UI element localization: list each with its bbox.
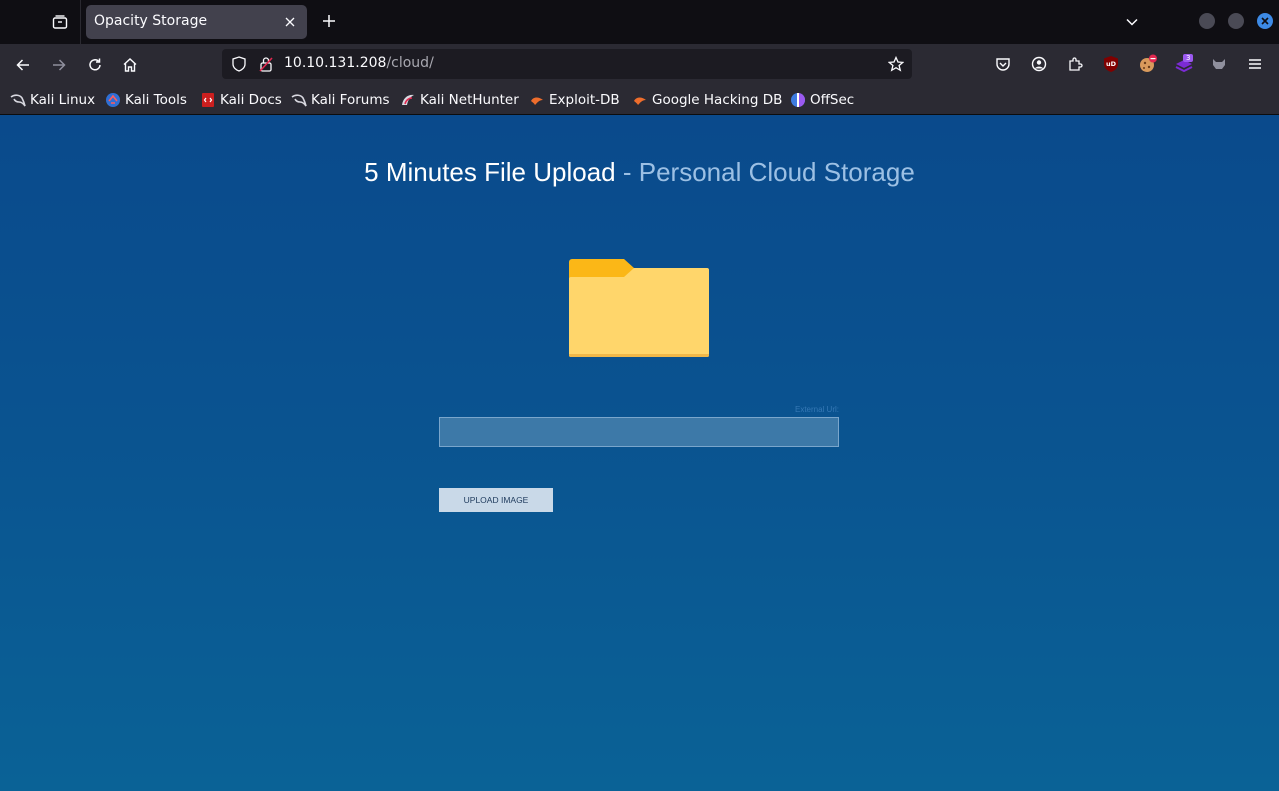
kali-tools-icon	[105, 92, 121, 108]
pocket-button[interactable]	[992, 53, 1014, 75]
forward-button[interactable]	[46, 52, 72, 78]
tab-title: Opacity Storage	[94, 13, 208, 29]
offsec-icon	[790, 92, 806, 108]
tracking-protection-shield-icon[interactable]	[230, 55, 248, 73]
kali-dragon-icon	[10, 92, 26, 108]
bookmark-kali-docs[interactable]: Kali Docs	[200, 91, 282, 109]
proxy-fox-icon	[1213, 59, 1225, 69]
bookmarks-toolbar: Kali Linux Kali Tools Kali Docs Kali For…	[0, 84, 1279, 115]
bookmark-label: Kali NetHunter	[420, 92, 519, 108]
star-icon	[888, 56, 904, 72]
insecure-lock-icon[interactable]	[257, 55, 275, 73]
url-path: /cloud/	[386, 55, 434, 71]
home-icon	[123, 58, 137, 72]
bookmark-label: Kali Docs	[220, 92, 282, 108]
nethunter-icon	[400, 92, 416, 108]
tab-strip-divider	[80, 0, 81, 44]
tab-list-icon	[52, 15, 68, 29]
external-url-input[interactable]	[439, 417, 839, 447]
url-host: 10.10.131.208	[284, 55, 387, 71]
bookmark-label: Kali Tools	[125, 92, 187, 108]
ublock-label: uD	[1106, 60, 1117, 68]
web-page-content: 5 Minutes File Upload - Personal Cloud S…	[0, 115, 1279, 791]
cookie-extension-button[interactable]	[1137, 53, 1159, 75]
window-minimize-button[interactable]	[1199, 13, 1215, 29]
reload-icon	[89, 58, 101, 71]
bookmark-kali-linux[interactable]: Kali Linux	[10, 91, 95, 109]
folder-icon	[569, 259, 709, 357]
cookie-icon	[1140, 54, 1157, 72]
back-arrow-icon	[16, 59, 29, 71]
account-button[interactable]	[1028, 53, 1050, 75]
ublock-origin-button[interactable]: uD	[1100, 53, 1122, 75]
bookmark-offsec[interactable]: OffSec	[790, 91, 854, 109]
pocket-icon	[996, 58, 1010, 71]
reload-button[interactable]	[82, 52, 108, 78]
hamburger-menu-icon	[1249, 59, 1261, 69]
extension-badge-count: 3	[1186, 54, 1191, 62]
bookmark-star-button[interactable]	[886, 54, 906, 74]
window-close-button[interactable]	[1257, 13, 1273, 29]
bookmark-label: OffSec	[810, 92, 855, 108]
bookmark-kali-tools[interactable]: Kali Tools	[105, 91, 187, 109]
url-text: 10.10.131.208/cloud/	[284, 55, 434, 71]
kali-docs-icon	[200, 92, 216, 108]
exploit-db-icon	[529, 92, 545, 108]
home-button[interactable]	[117, 52, 143, 78]
exploit-db-icon	[632, 92, 648, 108]
bookmark-label: Google Hacking DB	[652, 92, 783, 108]
new-tab-button[interactable]	[317, 9, 341, 33]
bookmark-kali-nethunter[interactable]: Kali NetHunter	[400, 91, 519, 109]
browser-tab-active[interactable]: Opacity Storage	[86, 5, 307, 39]
tab-overview-button[interactable]	[47, 9, 73, 35]
bookmark-label: Exploit-DB	[549, 92, 620, 108]
bookmark-label: Kali Linux	[30, 92, 96, 108]
puzzle-icon	[1069, 57, 1083, 71]
bookmark-exploit-db[interactable]: Exploit-DB	[529, 91, 620, 109]
external-url-label: External Url:	[794, 405, 839, 414]
tab-strip: Opacity Storage	[0, 0, 1279, 44]
list-all-tabs-button[interactable]	[1121, 11, 1143, 33]
stack-badge-icon	[1175, 54, 1193, 73]
tab-close-button[interactable]	[281, 13, 299, 31]
app-menu-button[interactable]	[1244, 53, 1266, 75]
close-icon	[285, 17, 295, 27]
window-maximize-button[interactable]	[1228, 13, 1244, 29]
extensions-button[interactable]	[1064, 53, 1086, 75]
navigation-toolbar: 10.10.131.208/cloud/ uD 3	[0, 44, 1279, 84]
page-title: 5 Minutes File Upload - Personal Cloud S…	[0, 157, 1279, 188]
forward-arrow-icon	[53, 59, 66, 71]
badge-extension-button[interactable]: 3	[1173, 53, 1195, 75]
address-bar[interactable]: 10.10.131.208/cloud/	[222, 49, 912, 79]
foxyproxy-button[interactable]	[1208, 53, 1230, 75]
page-title-subtitle: - Personal Cloud Storage	[615, 157, 915, 187]
back-button[interactable]	[10, 52, 36, 78]
plus-icon	[323, 15, 335, 27]
account-icon	[1031, 56, 1047, 72]
chevron-down-icon	[1126, 18, 1138, 26]
bookmark-label: Kali Forums	[311, 92, 390, 108]
page-title-main: 5 Minutes File Upload	[364, 157, 616, 187]
close-icon	[1261, 17, 1269, 25]
kali-dragon-icon	[291, 92, 307, 108]
bookmark-kali-forums[interactable]: Kali Forums	[291, 91, 390, 109]
upload-image-button[interactable]: Upload Image	[439, 488, 553, 512]
bookmark-google-hacking-db[interactable]: Google Hacking DB	[632, 91, 782, 109]
